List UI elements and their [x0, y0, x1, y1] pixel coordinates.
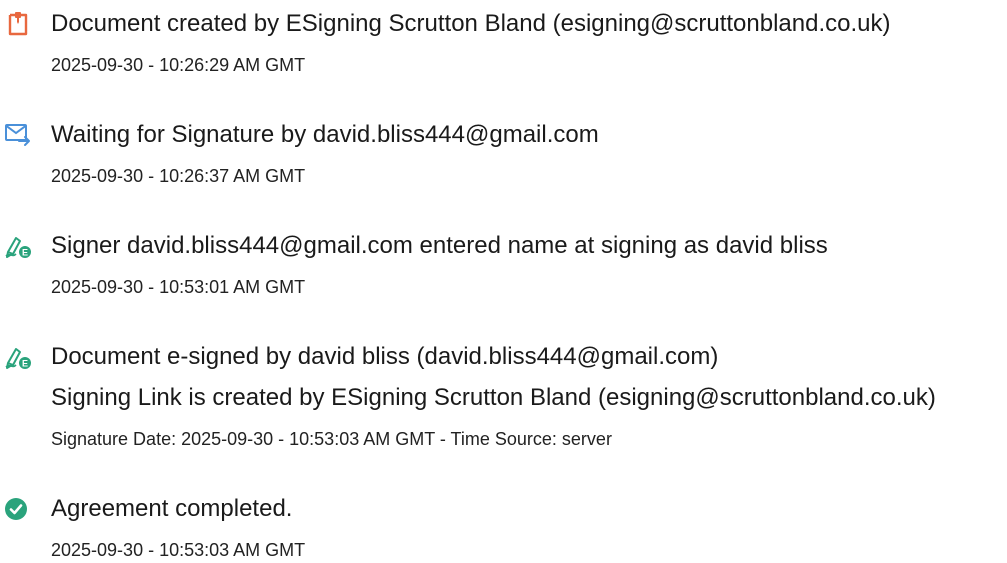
mail-forward-icon	[4, 120, 32, 148]
signature-pen-icon: E	[4, 343, 32, 371]
event-title: Document created by ESigning Scrutton Bl…	[51, 10, 891, 37]
event-timestamp: 2025-09-30 - 10:26:29 AM GMT	[51, 55, 306, 75]
event-title: Agreement completed.	[51, 495, 293, 522]
event-timestamp: 2025-09-30 - 10:53:03 AM GMT	[51, 540, 306, 560]
event-timestamp: Signature Date: 2025-09-30 - 10:53:03 AM…	[51, 429, 612, 449]
event-title: Document e-signed by david bliss (david.…	[51, 343, 719, 370]
event-title: Signer david.bliss444@gmail.com entered …	[51, 232, 828, 259]
event-title: Waiting for Signature by david.bliss444@…	[51, 121, 599, 148]
event-timestamp: 2025-09-30 - 10:53:01 AM GMT	[51, 277, 306, 297]
signature-pen-icon: E	[4, 232, 32, 260]
svg-text:E: E	[22, 248, 28, 258]
check-circle-icon	[4, 495, 32, 523]
svg-text:E: E	[22, 359, 28, 369]
event-subtitle: Signing Link is created by ESigning Scru…	[51, 384, 936, 411]
event-timestamp: 2025-09-30 - 10:26:37 AM GMT	[51, 166, 306, 186]
document-icon	[4, 9, 32, 37]
